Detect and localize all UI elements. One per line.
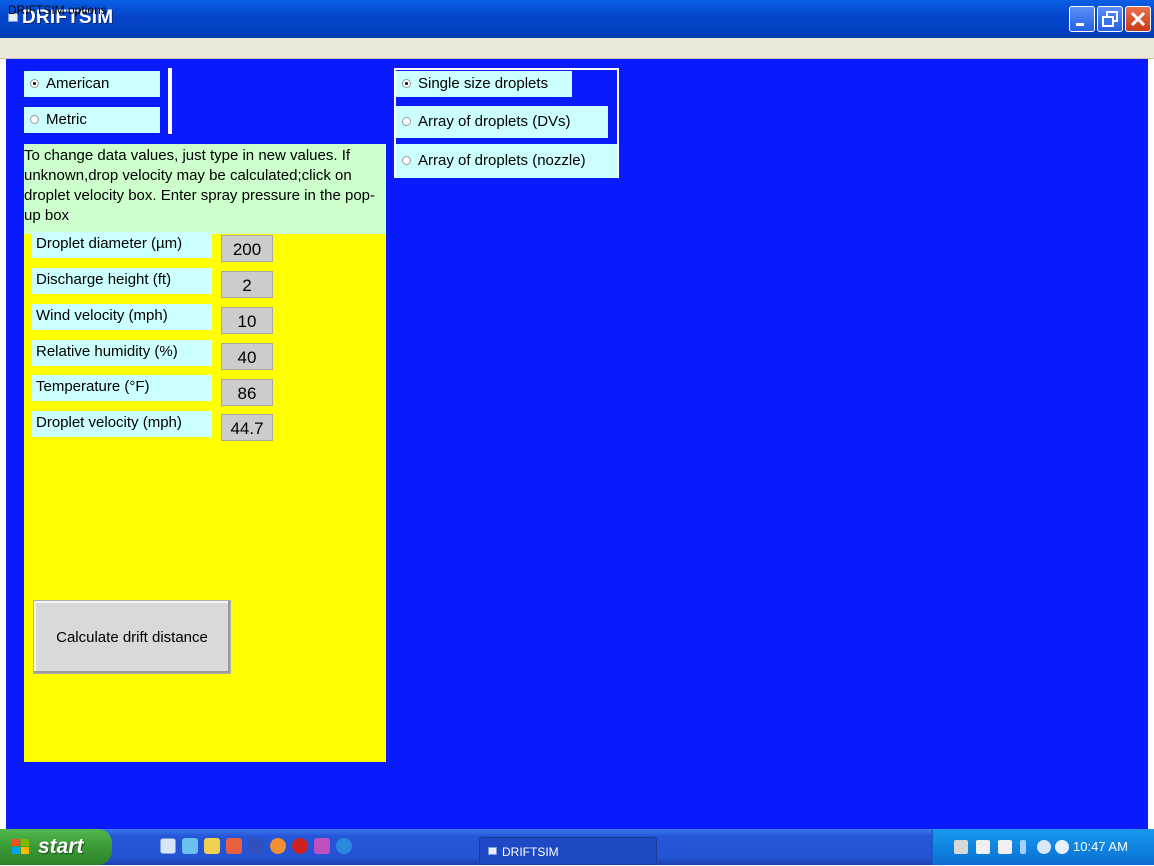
calculate-drift-button[interactable]: Calculate drift distance xyxy=(33,600,231,674)
tray-security-icon[interactable] xyxy=(1055,840,1069,854)
quicklaunch-desktop-icon[interactable] xyxy=(160,838,176,854)
radio-array-dvs[interactable]: Array of droplets (DVs) xyxy=(396,106,608,138)
input-relative-humidity[interactable]: 40 xyxy=(221,343,273,370)
radio-array-nozzle-label: Array of droplets (nozzle) xyxy=(418,152,586,169)
input-wind-velocity[interactable]: 10 xyxy=(221,307,273,334)
field-label-droplet-velocity: Droplet velocity (mph) xyxy=(32,411,212,437)
radio-american-label: American xyxy=(46,75,110,92)
quicklaunch-media-icon[interactable] xyxy=(270,838,286,854)
tray-tool-icon[interactable] xyxy=(954,840,968,854)
radio-array-dvs-label: Array of droplets (DVs) xyxy=(418,113,571,130)
restore-icon xyxy=(1102,11,1118,27)
quicklaunch-pepsi-icon[interactable] xyxy=(292,838,308,854)
title-bar[interactable] xyxy=(0,0,1154,38)
taskbar-app-icon xyxy=(488,847,497,855)
radio-single-size-label: Single size droplets xyxy=(418,75,549,92)
tray-expand-icon[interactable] xyxy=(1020,840,1026,854)
radio-selected-icon xyxy=(30,78,39,88)
instructions-text: To change data values, just type in new … xyxy=(24,144,386,234)
radio-metric-label: Metric xyxy=(46,111,87,128)
field-label-droplet-diameter: Droplet diameter (µm) xyxy=(32,232,212,258)
quicklaunch-app-icon[interactable] xyxy=(226,838,242,854)
menu-item-driftsim-options[interactable]: DRIFTSIM options xyxy=(8,3,107,17)
menu-bar xyxy=(0,38,1154,59)
quicklaunch-folder-icon[interactable] xyxy=(204,838,220,854)
radio-american[interactable]: American xyxy=(24,71,160,97)
quicklaunch-browser-icon[interactable] xyxy=(182,838,198,854)
minimize-icon xyxy=(1076,23,1084,26)
radio-unselected-icon xyxy=(402,155,411,165)
input-temperature[interactable]: 86 xyxy=(221,379,273,406)
radio-unselected-icon xyxy=(402,116,411,126)
tray-chat-icon[interactable] xyxy=(976,840,990,854)
field-label-wind-velocity: Wind velocity (mph) xyxy=(32,304,212,330)
radio-unselected-icon xyxy=(30,114,39,124)
windows-flag-icon xyxy=(12,839,29,854)
radio-metric[interactable]: Metric xyxy=(24,107,160,133)
minimize-button[interactable] xyxy=(1069,6,1095,32)
field-label-relative-humidity: Relative humidity (%) xyxy=(32,340,212,366)
radio-array-nozzle[interactable]: Array of droplets (nozzle) xyxy=(396,144,618,178)
quicklaunch-ie-icon[interactable] xyxy=(336,838,352,854)
tray-help-icon[interactable] xyxy=(998,840,1012,854)
input-droplet-diameter[interactable]: 200 xyxy=(221,235,273,262)
input-discharge-height[interactable]: 2 xyxy=(221,271,273,298)
quicklaunch-paint-icon[interactable] xyxy=(314,838,330,854)
field-label-temperature: Temperature (°F) xyxy=(32,375,212,401)
field-label-discharge-height: Discharge height (ft) xyxy=(32,268,212,294)
tray-network-icon[interactable] xyxy=(1037,840,1051,854)
taskbar-clock: 10:47 AM xyxy=(1073,839,1128,854)
radio-single-size[interactable]: Single size droplets xyxy=(396,71,572,97)
taskbar-item-driftsim[interactable]: DRIFTSIM xyxy=(479,837,657,865)
close-button[interactable] xyxy=(1125,6,1151,32)
radio-selected-icon xyxy=(402,78,411,88)
close-icon xyxy=(1130,11,1146,27)
restore-button[interactable] xyxy=(1097,6,1123,32)
quicklaunch-word-icon[interactable] xyxy=(248,838,264,854)
input-droplet-velocity[interactable]: 44.7 xyxy=(221,414,273,441)
